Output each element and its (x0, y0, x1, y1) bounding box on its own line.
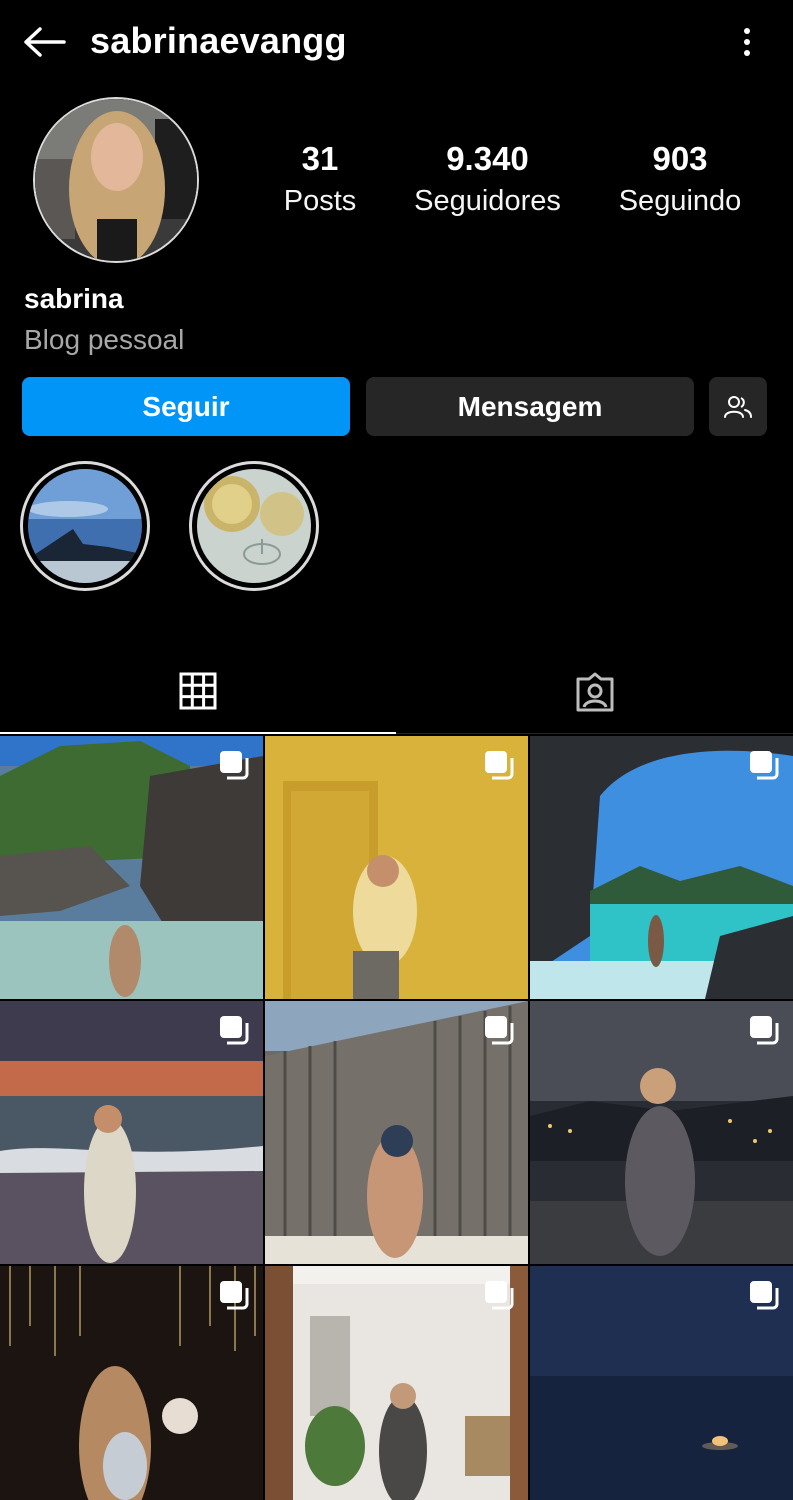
display-name: sabrina (24, 283, 124, 314)
post-tile-2[interactable] (265, 736, 528, 999)
carousel-icon (750, 1016, 779, 1045)
more-options-button[interactable] (730, 22, 764, 62)
posts-label: Posts (283, 185, 357, 217)
carousel-icon (750, 1281, 779, 1310)
post-tile-1[interactable] (0, 736, 263, 999)
post-tile-9[interactable] (530, 1266, 793, 1500)
tab-tagged[interactable] (397, 650, 793, 734)
back-button[interactable] (20, 22, 68, 62)
carousel-icon (750, 751, 779, 780)
profile-tabs (0, 650, 793, 734)
tagged-person-icon (576, 672, 614, 712)
post-tile-6[interactable] (530, 1001, 793, 1264)
stat-followers[interactable]: 9.340 Seguidores (400, 138, 575, 222)
post-tile-4[interactable] (0, 1001, 263, 1264)
story-highlight-1[interactable] (20, 461, 150, 591)
followers-label: Seguidores (414, 185, 561, 217)
carousel-icon (220, 1281, 249, 1310)
profile-category: Blog pessoal (24, 324, 185, 355)
carousel-icon (485, 1281, 514, 1310)
carousel-icon (485, 1016, 514, 1045)
profile-username: sabrinaevangg (90, 20, 347, 61)
carousel-icon (220, 1016, 249, 1045)
post-tile-3[interactable] (530, 736, 793, 999)
carousel-icon (220, 751, 249, 780)
following-label: Seguindo (618, 185, 742, 217)
post-tile-8[interactable] (265, 1266, 528, 1500)
grid-icon (179, 672, 217, 710)
story-highlight-2[interactable] (189, 461, 319, 591)
more-vertical-icon (744, 28, 750, 56)
stat-posts[interactable]: 31 Posts (270, 138, 370, 222)
arrow-left-icon (24, 27, 66, 57)
message-button[interactable]: Mensagem (366, 377, 694, 436)
posts-count: 31 (301, 140, 339, 177)
profile-avatar[interactable] (33, 97, 199, 263)
carousel-icon (485, 751, 514, 780)
followers-count: 9.340 (446, 140, 529, 177)
stat-following[interactable]: 903 Seguindo (605, 138, 755, 222)
add-person-icon (724, 395, 752, 418)
suggested-accounts-button[interactable] (709, 377, 767, 436)
follow-button[interactable]: Seguir (22, 377, 350, 436)
following-count: 903 (652, 140, 708, 177)
top-bar: sabrinaevangg (0, 0, 793, 86)
post-tile-7[interactable] (0, 1266, 263, 1500)
post-tile-5[interactable] (265, 1001, 528, 1264)
tab-posts-grid[interactable] (0, 650, 396, 734)
